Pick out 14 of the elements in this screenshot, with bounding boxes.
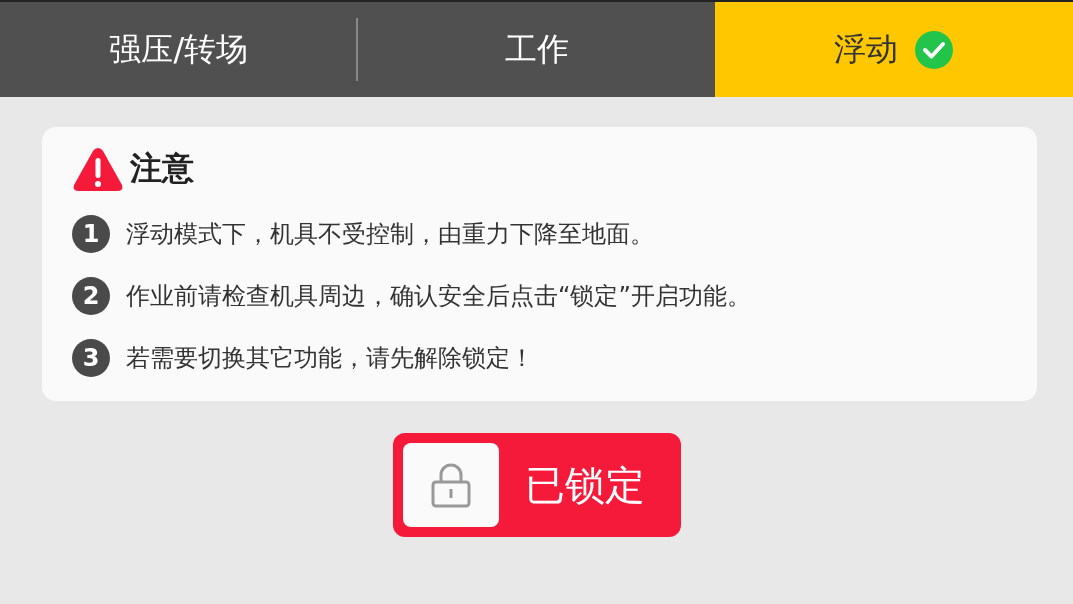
notice-text: 作业前请检查机具周边，确认安全后点击“锁定”开启功能。 xyxy=(126,281,751,312)
notice-text: 浮动模式下，机具不受控制，由重力下降至地面。 xyxy=(126,219,654,250)
warning-icon xyxy=(72,145,124,193)
step-number: 3 xyxy=(72,339,110,377)
notice-text: 若需要切换其它功能，请先解除锁定！ xyxy=(126,343,534,374)
step-number: 1 xyxy=(72,215,110,253)
tab[interactable]: 强压/转场 xyxy=(0,2,358,97)
lock-button[interactable]: 已锁定 xyxy=(392,433,681,537)
check-icon xyxy=(914,29,955,70)
tab[interactable]: 浮动 xyxy=(715,2,1073,97)
tab[interactable]: 工作 xyxy=(357,2,716,97)
notice-title: 注意 xyxy=(130,148,194,189)
lock-icon xyxy=(402,443,499,527)
step-number: 2 xyxy=(72,277,110,315)
